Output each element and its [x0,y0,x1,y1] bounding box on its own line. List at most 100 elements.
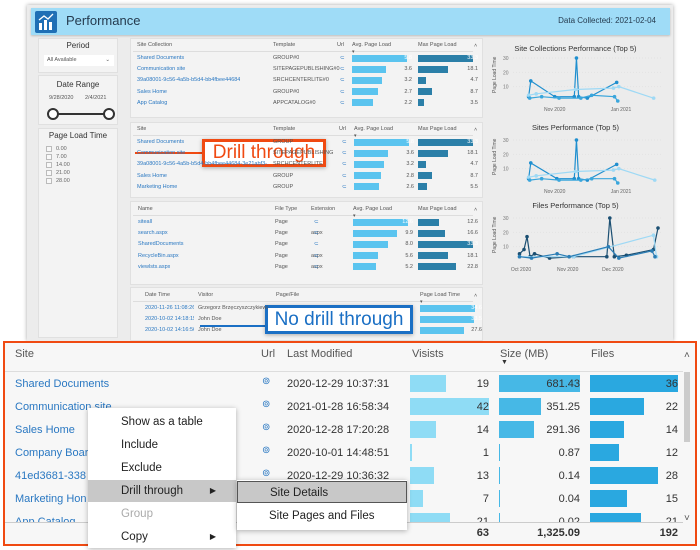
row-link[interactable]: Sales Home [137,173,167,179]
link-icon[interactable]: ⊂ [340,66,345,72]
period-dropdown[interactable]: All Available ⌄ [44,55,114,66]
column-header[interactable]: Date Time [145,292,170,298]
menu-item-show-as-a-table[interactable]: Show as a table [88,411,236,433]
checkbox[interactable] [46,170,52,176]
scroll-up-icon[interactable]: ˄ [474,293,477,299]
link-icon[interactable]: ⊂ [340,77,345,83]
link-icon[interactable]: ⊂ [314,264,319,270]
date-end[interactable]: 2/4/2021 [85,95,106,101]
column-header[interactable]: Template [273,42,295,48]
column-header-url[interactable]: Url [261,348,275,360]
link-icon[interactable]: ⊂ [342,139,347,145]
link-icon[interactable]: ⊚ [262,445,270,456]
site-link[interactable]: Company Boar [15,447,88,459]
menu-item-exclude[interactable]: Exclude [88,457,236,479]
column-header-files[interactable]: Files [591,348,614,360]
link-icon[interactable]: ⊂ [342,184,347,190]
menu-item-include[interactable]: Include [88,434,236,456]
scrollbar-thumb[interactable] [684,372,690,442]
link-icon[interactable]: ⊚ [262,468,270,479]
column-header[interactable]: Avg. Page Load [354,126,393,132]
column-header[interactable]: Template [273,126,295,132]
data-point [589,176,594,181]
column-header[interactable]: Avg. Page Load [352,42,391,48]
submenu-item-site-pages-and-files[interactable]: Site Pages and Files [237,505,407,527]
row-link[interactable]: Communication site [137,66,185,72]
menu-item-drill-through[interactable]: Drill through ▶ [88,480,236,502]
link-icon[interactable]: ⊚ [262,399,270,410]
row-link[interactable]: search.aspx [138,230,168,236]
bar-value: 9.9 [405,230,413,237]
link-icon[interactable]: ⊂ [314,230,319,236]
site-link[interactable]: Sales Home [15,424,75,436]
menu-item-group[interactable]: Group [88,503,236,525]
row-link[interactable]: App Catalog [137,100,167,106]
link-icon[interactable]: ⊚ [262,422,270,433]
link-icon[interactable]: ⊂ [340,55,345,61]
scroll-up-icon[interactable]: ˄ [474,127,477,133]
scroll-up-icon[interactable]: ˄ [474,43,477,49]
row-link[interactable]: 2020-10-02 14:16:56 [145,327,194,333]
checkbox[interactable] [46,162,52,168]
row-link[interactable]: 2020-10-02 14:18:15 [145,316,194,322]
column-header[interactable]: Page Load Time [420,292,460,298]
files-value: 22 [665,401,678,413]
column-header-site[interactable]: Site [15,348,34,360]
total-size: 1,325.09 [537,527,580,539]
date-slider-start-handle[interactable] [47,108,59,120]
column-header[interactable]: Url [337,42,344,48]
scroll-down-icon[interactable]: ˅ [684,513,690,524]
column-header-modified[interactable]: Last Modified [287,348,352,360]
link-icon[interactable]: ⊂ [314,241,319,247]
row-link[interactable]: Communication site [137,150,185,156]
column-header[interactable]: Page/File [276,292,299,298]
checkbox[interactable] [46,178,52,184]
x-tick-label: Dec 2020 [602,267,624,273]
date-slider-end-handle[interactable] [103,108,115,120]
row-link[interactable]: 39a08001-9c56-4a5b-b5d4-bb4fbee44684-3e2… [137,161,269,167]
link-icon[interactable]: ⊂ [340,89,345,95]
link-icon[interactable]: ⊂ [314,219,319,225]
site-link[interactable]: Shared Documents [15,378,109,390]
link-icon[interactable]: ⊂ [340,100,345,106]
column-header[interactable]: Max Page Load [418,126,457,132]
row-link[interactable]: viewlsts.aspx [138,264,170,270]
column-header[interactable]: Visitor [198,292,213,298]
row-link[interactable]: 2020-11-26 11:08:26 [145,305,194,311]
cell: Page [275,252,288,259]
row-link[interactable]: Shared Documents [137,139,184,145]
link-icon[interactable]: ⊂ [342,161,347,167]
row-link[interactable]: Marketing Home [137,184,177,190]
link-icon[interactable]: ⊂ [314,253,319,259]
row-link[interactable]: Shared Documents [137,55,184,61]
checkbox[interactable] [46,154,52,160]
row-link[interactable]: 39a08001-9c56-4a5b-b5d4-bb4fbee44684 [137,77,240,83]
sort-desc-icon[interactable]: ▼ [501,359,508,366]
column-header-visits[interactable]: Visists [412,348,444,360]
menu-item-copy[interactable]: Copy ▶ [88,526,236,548]
column-header[interactable]: Avg. Page Load [353,206,392,212]
date-start[interactable]: 9/28/2020 [49,95,73,101]
column-header[interactable]: File Type [275,206,297,212]
data-point [653,254,657,259]
column-header[interactable]: Site [137,126,146,132]
checkbox[interactable] [46,146,52,152]
column-header[interactable]: Site Collection [137,42,172,48]
column-header[interactable]: Max Page Load [418,206,457,212]
row-link[interactable]: Sales Home [137,89,167,95]
submenu-item-site-details[interactable]: Site Details [237,481,407,503]
row-link[interactable]: RecycleBin.aspx [138,253,179,259]
link-icon[interactable]: ⊂ [342,150,347,156]
site-link[interactable]: 41ed3681-338 [15,470,86,482]
link-icon[interactable]: ⊚ [262,376,270,387]
column-header[interactable]: Max Page Load [418,42,457,48]
column-header[interactable]: Name [138,206,153,212]
row-link[interactable]: siteall [138,219,152,225]
row-link[interactable]: SharedDocuments [138,241,184,247]
scroll-up-icon[interactable]: ˄ [684,350,690,361]
link-icon[interactable]: ⊂ [342,173,347,179]
column-header[interactable]: Extension [311,206,335,212]
scroll-up-icon[interactable]: ˄ [474,207,477,213]
site-link[interactable]: Marketing Hon [15,493,87,505]
column-header[interactable]: Url [339,126,346,132]
